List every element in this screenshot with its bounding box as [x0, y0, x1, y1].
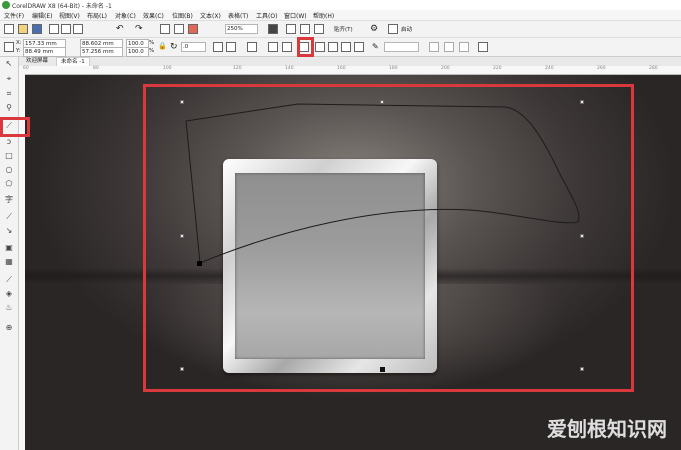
highlight-toolbar-button: [297, 37, 314, 57]
watermark-text: 爱刨根知识网: [547, 417, 667, 441]
highlight-selection-box: [143, 84, 634, 392]
highlight-freehand-tool: [0, 117, 30, 137]
